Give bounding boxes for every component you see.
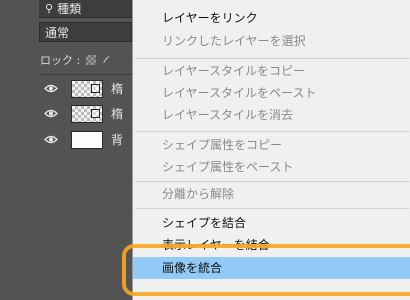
menu-item-release-from-isolation[interactable]: 分離から解除: [133, 183, 410, 205]
layer-thumbnail: [71, 79, 103, 98]
layer-kind-filter-label: 種類: [57, 2, 82, 16]
lock-row: ロック :: [40, 51, 112, 69]
lock-image-pixels-icon[interactable]: [102, 54, 112, 67]
visibility-eye-icon[interactable]: [41, 109, 61, 118]
menu-item-select-linked-layers[interactable]: リンクしたレイヤーを選択: [133, 30, 410, 52]
layer-name: 楕: [111, 107, 124, 121]
menu-item-link-layers[interactable]: レイヤーをリンク: [133, 7, 410, 29]
menu-separator: [135, 58, 409, 59]
blend-mode-value: 通常: [45, 25, 70, 40]
search-icon: ⚲: [45, 2, 54, 15]
layer-name: 楕: [111, 82, 124, 96]
menu-separator: [135, 131, 409, 132]
panel-divider: [39, 74, 132, 75]
context-menu: レイヤーをリンク リンクしたレイヤーを選択 レイヤースタイルをコピー レイヤース…: [132, 0, 410, 300]
lock-label: ロック :: [40, 54, 81, 67]
menu-item-paste-shape-attributes[interactable]: シェイプ属性をペースト: [133, 156, 410, 178]
menu-item-paste-layer-style[interactable]: レイヤースタイルをペースト: [133, 82, 410, 104]
menu-item-copy-layer-style[interactable]: レイヤースタイルをコピー: [133, 60, 410, 82]
menu-item-copy-shape-attributes[interactable]: シェイプ属性をコピー: [133, 134, 410, 156]
shape-layer-badge-icon: [91, 83, 100, 93]
layer-thumbnail: [71, 130, 103, 149]
visibility-eye-icon[interactable]: [41, 135, 61, 144]
menu-item-clear-layer-style[interactable]: レイヤースタイルを消去: [133, 104, 410, 126]
lock-transparent-pixels-icon[interactable]: [86, 55, 97, 65]
visibility-eye-icon[interactable]: [41, 84, 61, 93]
layer-kind-filter[interactable]: ⚲ 種類: [39, 0, 132, 18]
menu-item-merge-shapes[interactable]: シェイプを結合: [133, 212, 410, 234]
layer-thumbnail: [71, 104, 103, 123]
layer-row[interactable]: 楕: [39, 76, 132, 101]
layer-row[interactable]: 背: [39, 127, 132, 152]
menu-item-merge-visible[interactable]: 表示レイヤーを結合: [133, 234, 410, 256]
menu-separator: [135, 208, 409, 209]
shape-layer-badge-icon: [91, 108, 100, 118]
menu-item-flatten-image[interactable]: 画像を統合: [133, 257, 410, 279]
layer-name: 背: [111, 133, 124, 147]
layers-panel: ⚲ 種類 通常 ロック : 楕 楕 背: [0, 0, 133, 300]
blend-mode-dropdown[interactable]: 通常: [39, 22, 132, 42]
layer-row[interactable]: 楕: [39, 101, 132, 126]
menu-separator: [135, 181, 409, 182]
